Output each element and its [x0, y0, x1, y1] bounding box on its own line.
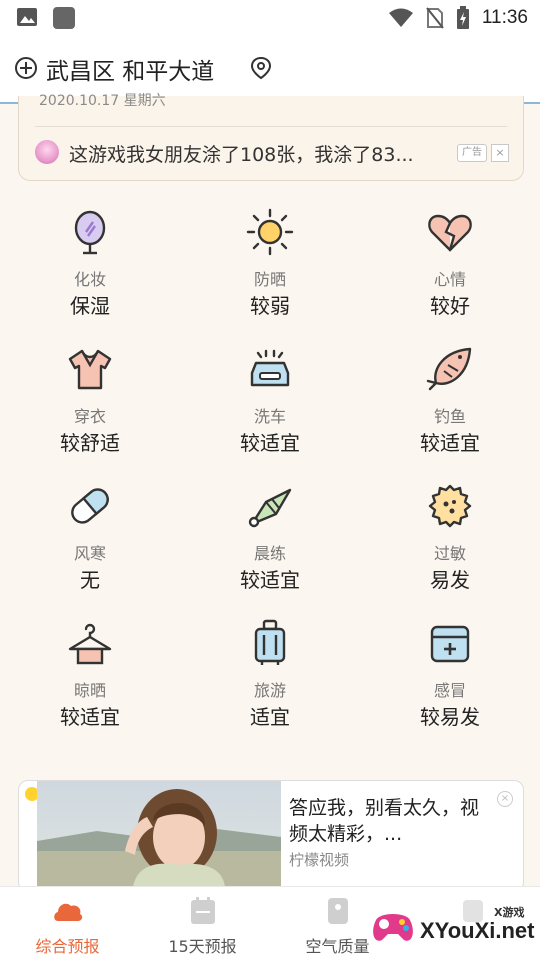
calendar-icon [190, 897, 215, 924]
index-label: 旅游 [253, 681, 286, 700]
allergy-gear-icon [428, 484, 472, 528]
index-label: 心情 [433, 270, 466, 289]
site-watermark: XYouXi.net X游戏 [370, 898, 540, 960]
index-label: 洗车 [253, 407, 286, 426]
ad-source: 柠檬视频 [289, 851, 350, 869]
index-item[interactable]: 化妆 保湿 [0, 200, 180, 337]
index-value: 较舒适 [60, 431, 120, 455]
heart-icon [428, 214, 472, 252]
video-ad-card[interactable]: 答应我，别看太久，视频太精彩，... 柠檬视频 × [18, 780, 524, 892]
index-value: 较适宜 [420, 431, 480, 455]
tab-label: 综合预报 [35, 937, 100, 956]
location-name[interactable]: 武昌区 和平大道 [46, 52, 214, 86]
index-value: 适宜 [250, 705, 290, 729]
watermark-small-text: X游戏 [494, 906, 525, 919]
index-item[interactable]: 防晒 较弱 [180, 200, 360, 337]
wifi-icon [388, 8, 413, 27]
date-text: 2020.10.17 星期六 [39, 93, 166, 109]
index-label: 钓鱼 [433, 407, 466, 426]
index-label: 过敏 [433, 544, 466, 563]
battery-charging-icon [456, 6, 469, 29]
index-value: 较适宜 [240, 568, 300, 592]
car-wash-icon [250, 349, 290, 387]
index-value: 较适宜 [60, 705, 120, 729]
index-label: 穿衣 [73, 407, 106, 426]
index-label: 风寒 [73, 544, 106, 563]
ad-avatar [35, 140, 59, 164]
mirror-icon [74, 210, 106, 255]
divider [35, 126, 507, 127]
cloud-icon [53, 903, 82, 921]
tab-label: 15天预报 [168, 937, 237, 956]
index-item[interactable]: 钓鱼 较适宜 [360, 337, 540, 474]
gamepad-logo-icon [373, 914, 413, 941]
add-city-icon[interactable] [14, 56, 38, 80]
sun-icon [246, 208, 294, 256]
status-time: 11:36 [481, 7, 528, 28]
index-item[interactable]: 旅游 适宜 [180, 611, 360, 748]
index-value: 易发 [430, 568, 470, 592]
medicine-box-icon [430, 625, 470, 663]
index-label: 感冒 [433, 681, 466, 700]
status-bar: 11:36 [0, 0, 540, 36]
index-item[interactable]: 洗车 较适宜 [180, 337, 360, 474]
index-value: 保湿 [70, 294, 110, 318]
shirt-icon [68, 349, 112, 390]
ad-text-link[interactable]: 这游戏我女朋友涂了108张，我涂了83... [69, 140, 414, 167]
index-value: 较弱 [250, 294, 290, 318]
app-icon [53, 7, 75, 29]
ad-tag: 广告 [457, 144, 487, 162]
index-label: 化妆 [73, 270, 106, 289]
pill-icon [71, 488, 109, 524]
ad-title[interactable]: 答应我，别看太久，视频太精彩，... [289, 795, 489, 847]
index-value: 较好 [430, 294, 470, 318]
index-label: 晾晒 [73, 681, 106, 700]
suitcase-icon [254, 619, 286, 665]
air-quality-icon [327, 898, 348, 924]
ad-close-button[interactable]: × [491, 144, 509, 162]
shuttlecock-icon [248, 488, 292, 528]
tab-15day[interactable]: 15天预报 [135, 887, 270, 961]
index-item[interactable]: 穿衣 较舒适 [0, 337, 180, 474]
hanger-icon [68, 623, 112, 665]
index-item[interactable]: 晨练 较适宜 [180, 474, 360, 611]
ad-dismiss-button[interactable]: × [497, 791, 513, 807]
ad-image [37, 781, 281, 887]
watermark-text: XYouXi.net [420, 918, 535, 943]
fish-icon [426, 347, 472, 391]
index-label: 防晒 [253, 270, 286, 289]
index-label: 晨练 [253, 544, 286, 563]
index-item[interactable]: 感冒 较易发 [360, 611, 540, 748]
gallery-icon [17, 8, 37, 26]
location-pin-icon[interactable] [250, 56, 272, 80]
date-ad-card: 2020.10.17 星期六 这游戏我女朋友涂了108张，我涂了83... 广告… [18, 93, 524, 181]
index-value: 较易发 [420, 705, 480, 729]
tab-overview[interactable]: 综合预报 [0, 887, 135, 961]
index-value: 无 [80, 568, 100, 592]
no-sim-icon [426, 7, 444, 29]
index-item[interactable]: 风寒 无 [0, 474, 180, 611]
index-item[interactable]: 过敏 易发 [360, 474, 540, 611]
index-item[interactable]: 晾晒 较适宜 [0, 611, 180, 748]
index-item[interactable]: 心情 较好 [360, 200, 540, 337]
index-value: 较适宜 [240, 431, 300, 455]
